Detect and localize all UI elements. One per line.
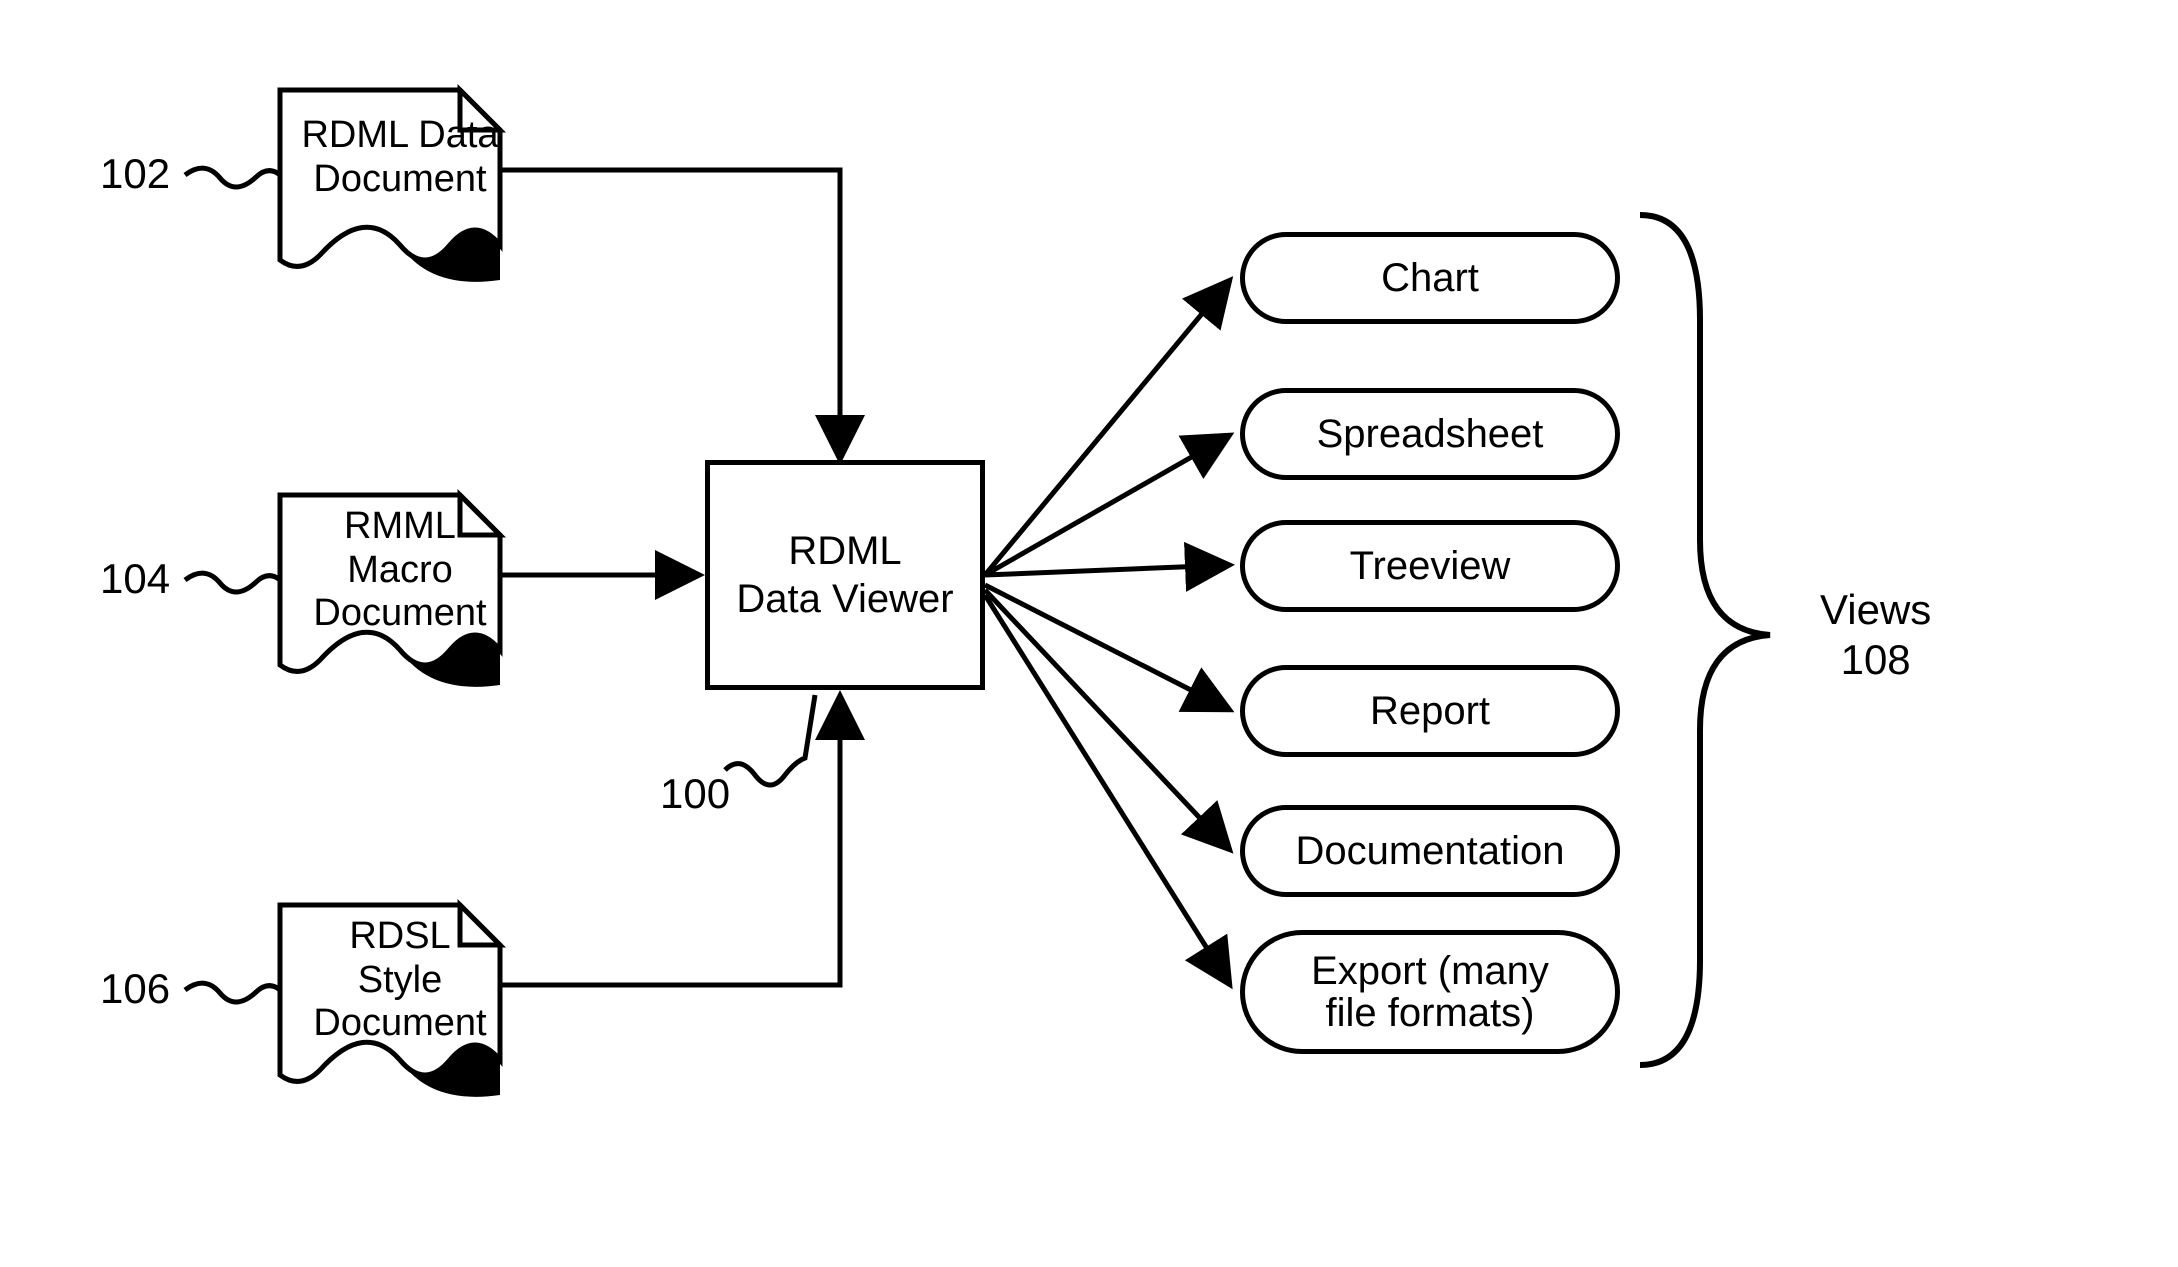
center-line2: Data Viewer [736,577,953,621]
doc-104-line1: RMML [344,505,456,547]
doc-102-text: RDML Data Document [280,114,520,201]
arrow-doc3-to-center [500,695,840,985]
views-group-label: Views 108 [1820,585,1931,686]
squiggle-102 [185,168,280,187]
view-report: Report [1240,665,1620,757]
view-spreadsheet-label: Spreadsheet [1317,413,1544,455]
view-documentation: Documentation [1240,805,1620,897]
view-spreadsheet: Spreadsheet [1240,388,1620,480]
doc-104-line3: Document [313,592,486,634]
view-export-line2: file formats) [1326,991,1535,1035]
doc-104-line2: Macro [347,549,453,591]
view-treeview: Treeview [1240,520,1620,612]
ref-label-104: 104 [100,555,170,603]
views-brace [1640,215,1770,1065]
arrow-to-documentation [985,590,1230,850]
ref-label-102: 102 [100,150,170,198]
arrow-to-chart [985,280,1230,575]
squiggle-104 [185,573,280,592]
arrow-doc1-to-center [500,170,840,460]
arrow-to-spreadsheet [985,435,1230,575]
view-chart: Chart [1240,232,1620,324]
center-box-text: RDML Data Viewer [736,527,953,623]
arrow-to-treeview [985,565,1230,575]
doc-106-text: RDSL Style Document [280,915,520,1046]
doc-104-text: RMML Macro Document [280,505,520,636]
ref-label-106: 106 [100,965,170,1013]
view-export-text: Export (many file formats) [1311,950,1549,1034]
doc-106-line2: Style [358,959,442,1001]
squiggle-100 [725,695,815,785]
arrow-to-export [985,595,1230,985]
diagram-canvas: 102 104 106 100 RDML Data Document RMML … [0,0,2178,1267]
doc-106-line1: RDSL [349,915,450,957]
view-report-label: Report [1370,690,1490,732]
view-chart-label: Chart [1381,257,1479,299]
doc-102-line1: RDML Data [301,114,498,156]
doc-106-line3: Document [313,1002,486,1044]
views-label-line2: 108 [1841,636,1911,683]
center-box-rdml-viewer: RDML Data Viewer [705,460,985,690]
doc-102: RDML Data Document [280,90,520,310]
doc-102-line2: Document [313,158,486,200]
center-line1: RDML [788,529,901,573]
doc-104: RMML Macro Document [280,495,520,715]
view-export: Export (many file formats) [1240,930,1620,1054]
doc-106: RDSL Style Document [280,905,520,1125]
views-label-line1: Views [1820,586,1931,633]
view-treeview-label: Treeview [1350,545,1511,587]
view-documentation-label: Documentation [1295,830,1564,872]
ref-label-100: 100 [660,770,730,818]
view-export-line1: Export (many [1311,949,1549,993]
arrow-to-report [985,585,1230,710]
squiggle-106 [185,983,280,1002]
